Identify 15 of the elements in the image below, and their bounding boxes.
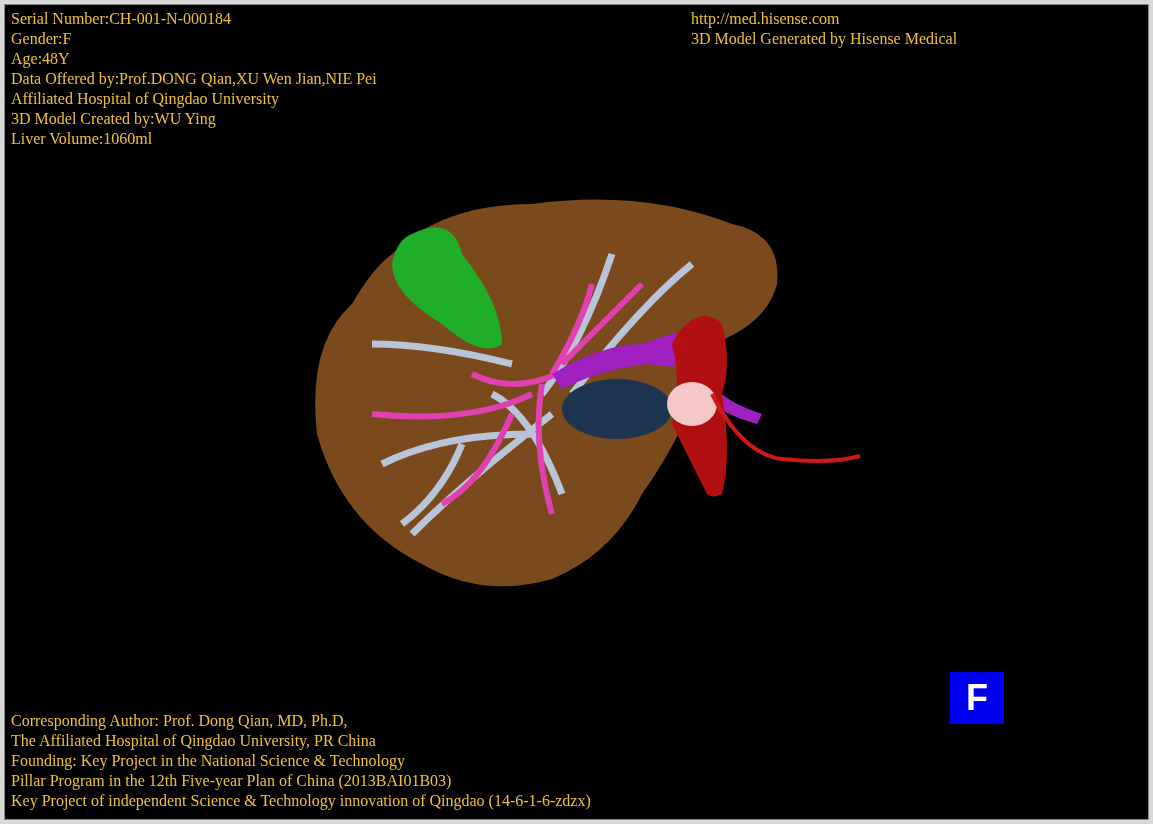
footer-text: Founding: Key Project in the National Science & Technology (11, 751, 406, 771)
footer-text: The Affiliated Hospital of Qingdao University, PR China (11, 731, 376, 751)
credit-text: 3D Model Generated by Hisense Medical (691, 29, 958, 49)
credit-text: http://med.hisense.com (691, 9, 840, 29)
footer-text: Key Project of independent Science & Technology innovation of Qingdao (14-6-1-6-zdzx) (11, 791, 591, 811)
info-text: Affiliated Hospital of Qingdao University (11, 89, 280, 109)
info-text: 3D Model Created by:WU Ying (11, 109, 216, 129)
info-text: Gender:F (11, 29, 72, 49)
info-text: Liver Volume:1060ml (11, 129, 153, 149)
footer-text: Pillar Program in the 12th Five-year Plan of China (2013BAI01B03) (11, 771, 452, 791)
info-text: Serial Number:CH-001-N-000184 (11, 9, 231, 29)
info-text: Data Offered by:Prof.DONG Qian,XU Wen Jian,NIE Pei (11, 69, 377, 89)
orientation-marker: F (950, 672, 1004, 724)
footer-text: Corresponding Author: Prof. Dong Qian, MD, Ph.D, (11, 711, 348, 731)
info-text: Age:48Y (11, 49, 70, 69)
